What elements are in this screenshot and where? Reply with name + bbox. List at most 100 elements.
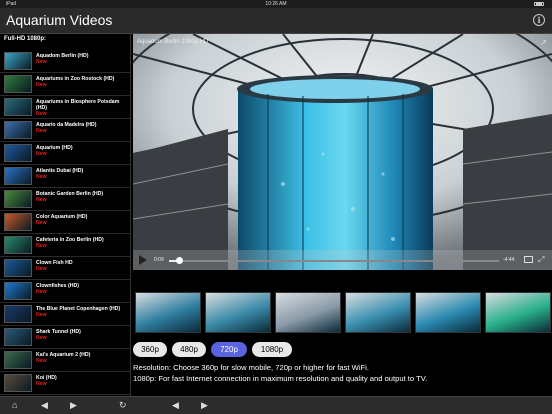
new-badge: New xyxy=(36,174,47,180)
video-name: Kai's Aquarium 2 (HD) New xyxy=(36,352,128,364)
video-thumbnail xyxy=(4,282,32,300)
resolution-button-360p[interactable]: 360p xyxy=(133,342,167,357)
video-thumbnail xyxy=(4,213,32,231)
video-player[interactable]: Aquadom Berlin 1080p HD ↗ xyxy=(133,34,552,270)
video-name: Botanic Garden Berlin (HD) New xyxy=(36,191,128,203)
video-thumbnail xyxy=(4,259,32,277)
progress-track[interactable] xyxy=(169,257,499,264)
remaining-time: -4:44 xyxy=(503,257,515,263)
new-badge: New xyxy=(36,151,47,157)
video-thumbnail xyxy=(4,167,32,185)
status-bar: iPad 10:26 AM xyxy=(0,0,552,8)
resolution-button-720p[interactable]: 720p xyxy=(211,342,247,357)
left-arrow-icon[interactable]: ◀ xyxy=(172,400,179,410)
list-item[interactable]: Aquariums in Zoo Rostock (HD) New xyxy=(0,73,130,96)
current-time: 0:09 xyxy=(154,257,164,263)
share-icon[interactable]: ↗ xyxy=(540,38,547,47)
bottom-toolbar: ⌂ ◀ ▶ ↻ ◀ ▶ xyxy=(0,396,552,414)
resolution-button-1080p[interactable]: 1080p xyxy=(252,342,292,357)
resolution-description: Resolution: Choose 360p for slow mobile,… xyxy=(133,362,552,384)
play-icon[interactable] xyxy=(139,255,147,265)
video-thumbnail[interactable] xyxy=(205,292,271,333)
list-item[interactable]: Clown Fish HD New xyxy=(0,257,130,280)
video-name-text: The Blue Planet Copenhagen (HD) xyxy=(36,306,121,312)
list-item[interactable]: Cafeteria in Zoo Berlin (HD) New xyxy=(0,234,130,257)
description-line-1: Resolution: Choose 360p for slow mobile,… xyxy=(133,363,369,372)
right-arrow-icon[interactable]: ▶ xyxy=(70,400,77,410)
new-badge: New xyxy=(36,312,47,318)
video-name: Aquadom Berlin (HD) New xyxy=(36,53,128,65)
video-thumbnail xyxy=(4,52,32,70)
video-thumbnail xyxy=(4,75,32,93)
video-name: Aquarium (HD) New xyxy=(36,145,128,157)
fullscreen-icon[interactable]: ⤢ xyxy=(538,255,544,265)
video-name: Aquariums in Zoo Rostock (HD) New xyxy=(36,76,128,88)
video-name-text: Aquariums in Zoo Rostock (HD) xyxy=(36,76,115,82)
list-item[interactable]: The Blue Planet Copenhagen (HD) New xyxy=(0,303,130,326)
status-time: 10:26 AM xyxy=(265,1,287,7)
video-thumbnail xyxy=(4,236,32,254)
video-thumbnail[interactable] xyxy=(345,292,411,333)
video-thumbnail[interactable] xyxy=(485,292,551,333)
video-thumbnail[interactable] xyxy=(275,292,341,333)
new-badge: New xyxy=(36,358,47,364)
list-item[interactable]: Aquariums in Biosphere Potsdam (HD) New xyxy=(0,96,130,119)
video-thumbnail xyxy=(4,351,32,369)
app-title: Aquarium Videos xyxy=(6,12,113,28)
new-badge: New xyxy=(36,243,47,249)
new-badge: New xyxy=(36,289,47,295)
video-controls: 0:09 -4:44 ⤢ xyxy=(133,250,552,270)
video-thumbnail xyxy=(4,144,32,162)
battery-icon xyxy=(534,2,544,6)
video-name: Shark Tunnel (HD) New xyxy=(36,329,128,341)
thumbnail-strip xyxy=(133,292,552,334)
video-thumbnail[interactable] xyxy=(135,292,201,333)
navigation-bar: Aquarium Videos i xyxy=(0,8,552,34)
video-name: Aquario da Madeira (HD) New xyxy=(36,122,128,134)
video-thumbnail xyxy=(4,190,32,208)
description-line-2: 1080p: For fast Internet connection in m… xyxy=(133,374,428,383)
list-item[interactable]: Shark Tunnel (HD) New xyxy=(0,326,130,349)
list-item[interactable]: Kai's Aquarium 2 (HD) New xyxy=(0,349,130,372)
video-name: The Blue Planet Copenhagen (HD) New xyxy=(36,306,128,318)
new-badge: New xyxy=(36,220,47,226)
video-thumbnail xyxy=(4,374,32,392)
list-item[interactable]: Clownfishes (HD) New xyxy=(0,280,130,303)
right-arrow-icon[interactable]: ▶ xyxy=(201,400,208,410)
video-name: Cafeteria in Zoo Berlin (HD) New xyxy=(36,237,128,249)
new-badge: New xyxy=(36,59,47,65)
list-item[interactable]: Color Aquarium (HD) New xyxy=(0,211,130,234)
video-title: Aquadom Berlin 1080p HD xyxy=(137,39,209,45)
video-name: Clown Fish HD New xyxy=(36,260,128,272)
new-badge: New xyxy=(36,381,47,387)
new-badge: New xyxy=(36,82,47,88)
video-name: Atlantis Dubai (HD) New xyxy=(36,168,128,180)
resolution-button-480p[interactable]: 480p xyxy=(172,342,206,357)
list-item[interactable]: Aquarium (HD) New xyxy=(0,142,130,165)
list-item[interactable]: Koi (HD) New xyxy=(0,372,130,395)
video-name: Koi (HD) New xyxy=(36,375,128,387)
video-thumbnail[interactable] xyxy=(415,292,481,333)
list-item[interactable]: Aquario da Madeira (HD) New xyxy=(0,119,130,142)
video-thumbnail xyxy=(4,305,32,323)
new-badge: New xyxy=(36,111,47,117)
video-thumbnail xyxy=(4,121,32,139)
list-item[interactable]: Aquadom Berlin (HD) New xyxy=(0,50,130,73)
list-item[interactable]: Atlantis Dubai (HD) New xyxy=(0,165,130,188)
new-badge: New xyxy=(36,197,47,203)
reload-icon[interactable]: ↻ xyxy=(119,400,127,410)
new-badge: New xyxy=(36,335,47,341)
list-item[interactable]: Botanic Garden Berlin (HD) New xyxy=(0,188,130,211)
video-name-text: Aquariums in Biosphere Potsdam (HD) xyxy=(36,99,120,111)
video-name: Color Aquarium (HD) New xyxy=(36,214,128,226)
new-badge: New xyxy=(36,266,47,272)
video-list: Full-HD 1080p: Aquadom Berlin (HD) New Aqu… xyxy=(0,34,131,396)
video-thumbnail xyxy=(4,98,32,116)
info-icon[interactable]: i xyxy=(533,14,545,26)
progress-knob[interactable] xyxy=(175,257,183,264)
left-arrow-icon[interactable]: ◀ xyxy=(41,400,48,410)
new-badge: New xyxy=(36,128,47,134)
picture-in-picture-icon[interactable] xyxy=(524,256,533,263)
video-name: Aquariums in Biosphere Potsdam (HD) New xyxy=(36,99,128,117)
home-icon[interactable]: ⌂ xyxy=(12,400,17,410)
